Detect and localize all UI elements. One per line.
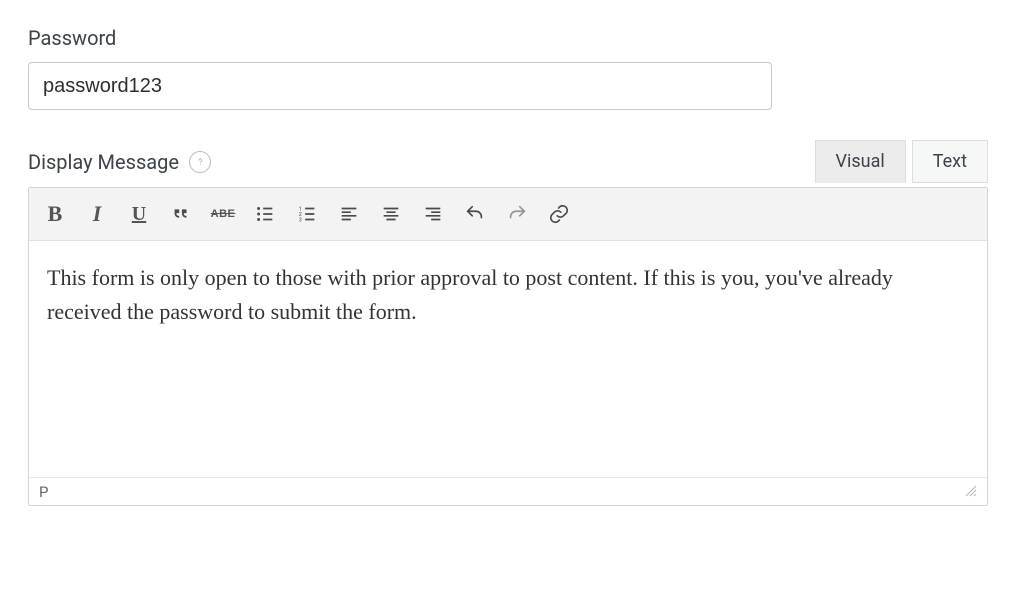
tab-text[interactable]: Text	[912, 140, 988, 183]
align-right-button[interactable]	[413, 196, 453, 232]
editor-statusbar: P	[29, 477, 987, 505]
rich-text-editor: B I U ABE 123	[28, 187, 988, 506]
underline-button[interactable]: U	[119, 196, 159, 232]
password-input[interactable]	[28, 62, 772, 110]
bold-button[interactable]: B	[35, 196, 75, 232]
italic-button[interactable]: I	[77, 196, 117, 232]
editor-tabs: Visual Text	[815, 140, 988, 183]
tab-visual[interactable]: Visual	[815, 140, 906, 183]
align-left-button[interactable]	[329, 196, 369, 232]
display-message-label: Display Message	[28, 150, 179, 174]
password-label: Password	[28, 26, 988, 50]
help-icon[interactable]	[189, 151, 211, 173]
align-center-button[interactable]	[371, 196, 411, 232]
numbered-list-button[interactable]: 123	[287, 196, 327, 232]
link-button[interactable]	[539, 196, 579, 232]
strikethrough-button[interactable]: ABE	[203, 196, 243, 232]
redo-button[interactable]	[497, 196, 537, 232]
blockquote-button[interactable]	[161, 196, 201, 232]
resize-grip-icon[interactable]	[965, 483, 977, 501]
bullet-list-button[interactable]	[245, 196, 285, 232]
editor-content[interactable]: This form is only open to those with pri…	[29, 241, 987, 477]
element-path[interactable]: P	[39, 483, 48, 501]
editor-toolbar: B I U ABE 123	[29, 188, 987, 241]
undo-button[interactable]	[455, 196, 495, 232]
svg-text:3: 3	[299, 217, 302, 223]
